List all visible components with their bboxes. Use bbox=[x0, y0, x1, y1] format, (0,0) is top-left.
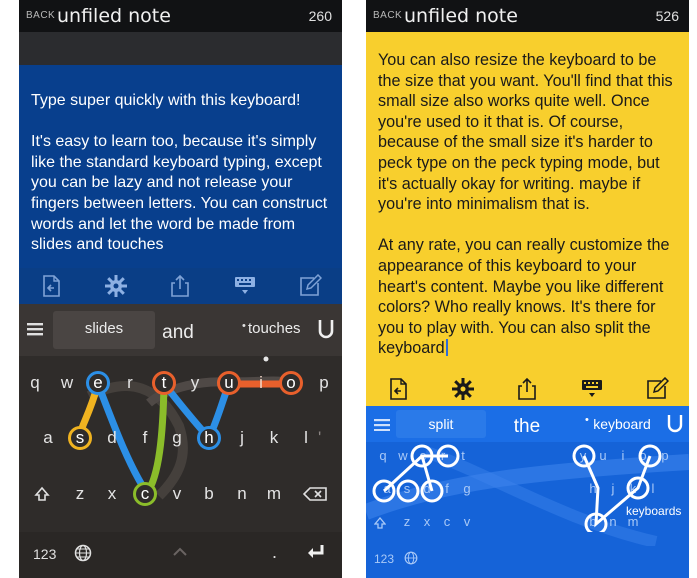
globe-icon[interactable] bbox=[404, 551, 418, 570]
key-l[interactable]: l bbox=[291, 428, 321, 448]
key-s[interactable]: s bbox=[65, 428, 95, 448]
numbers-key[interactable]: 123 bbox=[33, 546, 56, 562]
key-r[interactable]: r bbox=[115, 373, 145, 393]
suggestion-left[interactable]: slides bbox=[53, 320, 155, 337]
share-icon[interactable] bbox=[512, 374, 542, 404]
key-t[interactable]: t bbox=[149, 373, 179, 393]
key-j[interactable]: j bbox=[227, 428, 257, 448]
key-v[interactable]: v bbox=[162, 484, 192, 504]
menu-icon[interactable] bbox=[374, 418, 390, 436]
keyboard-bottom-row: 123 bbox=[366, 546, 689, 578]
split-trace-left bbox=[372, 444, 460, 503]
key-g[interactable]: g bbox=[162, 428, 192, 448]
top-spacer bbox=[19, 32, 342, 65]
note-paragraph: Type super quickly with this keyboard! bbox=[31, 92, 301, 109]
suggestion-center[interactable]: and bbox=[156, 322, 200, 344]
note-back-icon[interactable] bbox=[383, 374, 413, 404]
key-h[interactable]: h bbox=[194, 428, 224, 448]
keyboard-bottom-row: 123 . bbox=[19, 532, 342, 578]
key-o[interactable]: o bbox=[276, 373, 306, 393]
compose-icon[interactable] bbox=[295, 271, 325, 301]
key-e[interactable]: e bbox=[83, 373, 113, 393]
compose-icon[interactable] bbox=[642, 374, 672, 404]
keyboard-icon[interactable] bbox=[230, 271, 260, 301]
text-cursor bbox=[445, 339, 448, 357]
back-button[interactable]: BACK bbox=[373, 10, 402, 21]
key-w[interactable]: w bbox=[52, 373, 82, 393]
key-i[interactable]: i bbox=[246, 373, 276, 393]
note-toolbar bbox=[19, 268, 342, 304]
right-phone-screen: BACK unfiled note 526 You can also resiz… bbox=[366, 0, 689, 578]
suggestion-center[interactable]: the bbox=[502, 416, 552, 438]
backspace-icon[interactable] bbox=[302, 487, 327, 506]
gear-icon[interactable] bbox=[448, 374, 478, 404]
chevron-up-icon[interactable] bbox=[172, 544, 188, 562]
key-f[interactable]: f bbox=[130, 428, 160, 448]
left-phone-screen: BACK unfiled note 260 Type super quickly… bbox=[19, 0, 342, 578]
note-paragraph: At any rate, you can really customize th… bbox=[378, 236, 670, 358]
suggestion-right[interactable]: touches bbox=[248, 320, 301, 337]
shift-icon[interactable] bbox=[34, 486, 50, 507]
suggestion-right[interactable]: keyboard bbox=[591, 416, 653, 432]
gear-icon[interactable] bbox=[101, 271, 131, 301]
key-v[interactable]: v bbox=[452, 514, 482, 529]
suggestion-left[interactable]: split bbox=[396, 416, 486, 432]
note-paragraph: You can also resize the keyboard to be t… bbox=[378, 51, 673, 214]
key-x[interactable]: x bbox=[97, 484, 127, 504]
top-bar: BACK unfiled note 526 bbox=[366, 0, 689, 32]
back-button[interactable]: BACK bbox=[26, 10, 55, 21]
note-title: unfiled note bbox=[57, 5, 171, 27]
key-n[interactable]: n bbox=[227, 484, 257, 504]
app-logo-icon[interactable] bbox=[666, 413, 684, 440]
keyboard-icon[interactable] bbox=[577, 374, 607, 404]
gesture-keyboard[interactable]: slides and • touches q w e r t y u i o p… bbox=[19, 304, 342, 578]
suggestion-marker-icon: • bbox=[585, 414, 589, 426]
key-b[interactable]: b bbox=[194, 484, 224, 504]
suggestion-bar: split the • keyboard bbox=[366, 406, 689, 442]
note-back-icon[interactable] bbox=[36, 271, 66, 301]
shift-icon[interactable] bbox=[373, 516, 387, 534]
character-count: 260 bbox=[308, 8, 332, 24]
numbers-key[interactable]: 123 bbox=[374, 552, 394, 566]
globe-icon[interactable] bbox=[74, 544, 92, 567]
return-icon[interactable] bbox=[307, 544, 325, 565]
split-trace-right bbox=[572, 444, 662, 532]
note-title: unfiled note bbox=[404, 5, 518, 27]
note-paragraph: It's easy to learn too, because it's sim… bbox=[31, 133, 328, 254]
note-toolbar bbox=[366, 371, 689, 407]
key-u[interactable]: u bbox=[214, 373, 244, 393]
character-count: 526 bbox=[655, 8, 679, 24]
key-a[interactable]: a bbox=[33, 428, 63, 448]
key-k[interactable]: k bbox=[259, 428, 289, 448]
key-p[interactable]: p bbox=[309, 373, 339, 393]
key-d[interactable]: d bbox=[97, 428, 127, 448]
share-icon[interactable] bbox=[165, 271, 195, 301]
key-q[interactable]: q bbox=[20, 373, 50, 393]
period-key[interactable]: . bbox=[272, 542, 277, 563]
key-m[interactable]: m bbox=[259, 484, 289, 504]
key-y[interactable]: y bbox=[180, 373, 210, 393]
top-bar: BACK unfiled note 260 bbox=[19, 0, 342, 32]
app-logo-icon[interactable] bbox=[316, 317, 336, 346]
note-text[interactable]: Type super quickly with this keyboard! I… bbox=[19, 91, 342, 276]
apostrophe-key[interactable]: ' bbox=[318, 428, 321, 448]
key-z[interactable]: z bbox=[65, 484, 95, 504]
split-keyboard[interactable]: split the • keyboard q w e r t a s d f g… bbox=[366, 406, 689, 578]
key-c[interactable]: c bbox=[130, 484, 160, 504]
suggestion-bar: slides and • touches bbox=[19, 304, 342, 356]
suggestion-marker-icon: • bbox=[242, 320, 246, 332]
note-text[interactable]: You can also resize the keyboard to be t… bbox=[366, 50, 689, 380]
menu-icon[interactable] bbox=[27, 322, 43, 341]
